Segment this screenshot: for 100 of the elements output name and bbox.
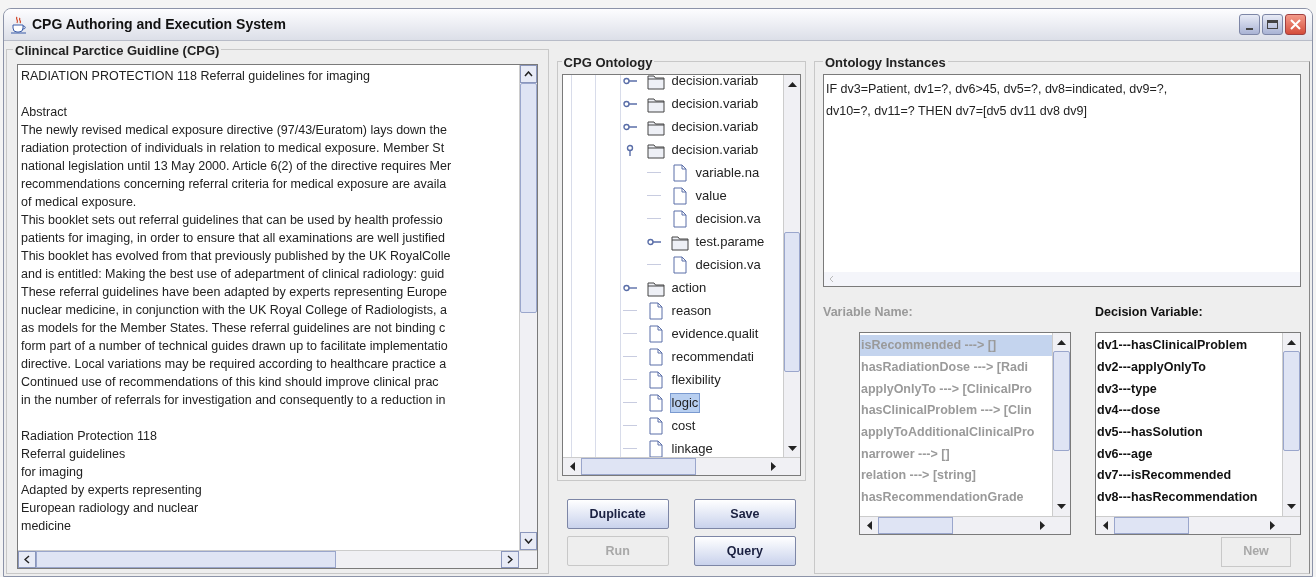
folder-icon [646, 75, 665, 90]
right-arrow-icon [771, 462, 777, 471]
tree-item[interactable]: decision.variab [669, 139, 761, 160]
document-icon [646, 393, 665, 412]
text-line: national legislation until 13 May 2000. Article 6(2) of the directive requires Mer [21, 158, 452, 175]
list-item[interactable]: dv4---dose [1096, 399, 1282, 422]
right-arrow-icon [1040, 520, 1046, 530]
scroll-thumb[interactable] [36, 551, 336, 568]
rule-text: IF dv3=Patient, dv1=?, dv6>45, dv5=?, dv8=indicated, dv9=?, [826, 81, 1168, 98]
tree-item[interactable]: test.parame [693, 231, 767, 252]
down-arrow-icon [1287, 503, 1296, 510]
text-line: in the number of referrals for investigation and consequently to a reduction in [21, 392, 446, 409]
up-arrow-icon [787, 80, 797, 87]
text-line: patients for imaging, in order to ensure that all examinations are well justified [21, 230, 445, 247]
vertical-scrollbar[interactable] [518, 65, 537, 550]
text-line: RADIATION PROTECTION 118 Referral guidelines for imaging [21, 68, 370, 85]
tree-item[interactable]: action [669, 277, 709, 298]
vertical-scrollbar[interactable] [1282, 332, 1300, 516]
up-arrow-icon [1287, 338, 1296, 345]
horizontal-scrollbar[interactable] [1096, 515, 1300, 534]
list-item[interactable]: dv3---type [1096, 378, 1282, 400]
document-icon [670, 255, 689, 274]
text-line: This booklet sets out referral guidelines that can be used by health professio [21, 212, 443, 229]
text-line: This booklet has evolved from that previously published by the UK RoyalColle [21, 248, 451, 265]
tree-item[interactable]: decision.va [693, 254, 763, 275]
tree-item[interactable]: decision.variab [669, 75, 761, 91]
text-line: for imaging [21, 464, 83, 481]
document-icon [646, 416, 665, 435]
document-icon [646, 370, 665, 389]
text-line: Adapted by experts representing [21, 482, 202, 499]
text-line: directive. Local variations may be required according to healthcare practice a [21, 356, 447, 373]
list-item[interactable]: dv1---hasClinicalProblem [1096, 334, 1282, 357]
text-line: nuclear medicine, in conjunction with the UK Royal College of Radiologists, a [21, 302, 447, 319]
scroll-thumb[interactable] [1053, 350, 1070, 451]
vertical-scrollbar[interactable] [783, 75, 800, 457]
action-button[interactable]: Save [693, 499, 796, 529]
tree-item[interactable]: recommendati [669, 346, 756, 367]
text-line: radiation protection of individuals in relation to medical exposure. Member St [21, 140, 445, 157]
horizontal-scrollbar[interactable] [18, 550, 537, 568]
text-line: form part of a number of technical guides drawn up to facilitate implementatio [21, 338, 448, 355]
scroll-thumb[interactable] [519, 83, 537, 313]
maximize-button[interactable] [1262, 14, 1283, 35]
text-line: These referral guidelines have been adapted by experts representing Europe [21, 284, 447, 301]
document-icon [670, 209, 689, 228]
tree-item[interactable]: decision.va [693, 208, 763, 229]
action-button[interactable]: Duplicate [566, 499, 669, 529]
tree-item[interactable]: decision.variab [669, 93, 761, 114]
scroll-down-button[interactable] [519, 532, 537, 550]
window-title: CPG Authoring and Execution System [32, 15, 286, 34]
tree-item[interactable]: decision.variab [669, 116, 761, 137]
right-arrow-icon [1270, 520, 1276, 530]
rule-text: dv10=?, dv11=? THEN dv7=[dv5 dv11 dv8 dv9] [826, 103, 1087, 120]
text-line: and is entitled: Making the best use of adepartment of clinical radiology: guid [21, 266, 445, 283]
text-line: medicine [21, 518, 72, 535]
list-item[interactable]: dv7---isRecommended [1096, 464, 1282, 487]
text-line: Continued use of recommendations of this kind should improve clinical prac [21, 374, 439, 391]
document-icon [646, 301, 665, 320]
tree-item[interactable]: flexibility [669, 369, 723, 390]
text-line: Radiation Protection 118 [21, 428, 157, 445]
collapsed-handle-icon[interactable] [622, 75, 637, 87]
tree-item[interactable]: evidence.qualit [669, 323, 761, 344]
scroll-thumb[interactable] [1114, 516, 1189, 534]
left-arrow-icon [568, 462, 575, 471]
vertical-scrollbar[interactable] [1052, 332, 1070, 516]
scroll-thumb[interactable] [580, 458, 696, 475]
text-line: The newly revised medical exposure directive (97/43/Euratom) lays down the [21, 122, 447, 139]
tree-item[interactable]: variable.na [693, 162, 762, 183]
scroll-up-button[interactable] [519, 65, 537, 83]
document-icon [646, 347, 665, 366]
horizontal-scrollbar[interactable] [562, 457, 800, 475]
scroll-left-button[interactable] [18, 551, 36, 568]
list-label: Decision Variable: [1095, 304, 1204, 321]
scroll-thumb[interactable] [1283, 350, 1300, 451]
list-item[interactable]: dv6---age [1096, 443, 1282, 465]
text-line: Referral guidelines [21, 446, 126, 463]
scroll-thumb[interactable] [878, 516, 953, 534]
list-item[interactable]: dv8---hasRecommendation [1096, 486, 1282, 509]
action-button[interactable]: Query [693, 536, 796, 566]
minimize-button[interactable] [1239, 14, 1260, 35]
document-icon [670, 163, 689, 182]
tree-item[interactable]: reason [669, 300, 714, 321]
tree-item[interactable]: cost [669, 415, 698, 436]
scroll-right-button[interactable] [500, 551, 519, 568]
horizontal-scrollbar[interactable] [860, 515, 1070, 534]
tree-item[interactable]: logic [669, 392, 701, 413]
up-arrow-icon [1057, 338, 1066, 345]
text-line: Abstract [21, 104, 67, 121]
down-arrow-icon [787, 445, 797, 452]
scroll-thumb[interactable] [784, 232, 800, 372]
down-arrow-icon [1057, 503, 1066, 510]
tree-item[interactable]: value [693, 185, 729, 206]
close-icon [1290, 19, 1301, 30]
close-button[interactable] [1285, 14, 1306, 35]
tree-item[interactable]: linkage [669, 438, 715, 457]
list-item[interactable]: dv2---applyOnlyTo [1096, 356, 1282, 379]
text-line: as models for the Member States. These referral guidelines are not binding c [21, 320, 446, 337]
horizontal-scrollbar[interactable] [824, 272, 1300, 286]
text-line: of medical exposure. [21, 194, 137, 211]
list-item[interactable]: dv5---hasSolution [1096, 421, 1282, 444]
left-arrow-icon [866, 520, 872, 530]
